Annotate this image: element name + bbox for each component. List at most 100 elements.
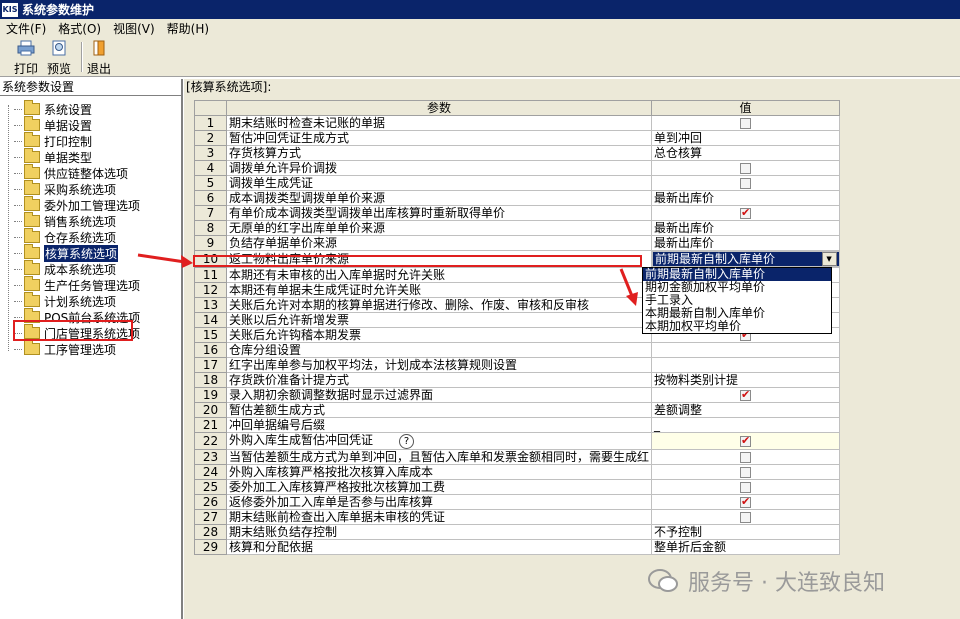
checkbox-checked[interactable] (740, 389, 752, 402)
checkbox[interactable] (740, 466, 752, 478)
checkbox[interactable] (740, 117, 752, 129)
value-cell[interactable]: 最新出库价 (651, 190, 841, 206)
folder-icon (24, 276, 40, 291)
value-cell[interactable]: 最新出库价 (651, 220, 841, 236)
param-cell: 暂估差额生成方式 (225, 402, 653, 418)
table-row[interactable]: 2 暂估冲回凭证生成方式 单到冲回 (194, 130, 841, 146)
param-cell: 本期还有单据未生成凭证时允许关账 (225, 282, 653, 298)
row-number: 6 (194, 190, 227, 206)
tree-item[interactable]: 委外加工管理选项 (14, 196, 140, 213)
value-cell[interactable] (651, 115, 841, 131)
param-cell: 外购入库生成暂估冲回凭证? (225, 432, 653, 450)
toolbar-separator (81, 42, 83, 72)
tree-item[interactable]: 生产任务管理选项 (14, 276, 140, 293)
table-row[interactable]: 3 存货核算方式 总仓核算 (194, 145, 841, 161)
dropdown-arrow-icon[interactable]: ▼ (821, 252, 837, 266)
param-cell: 当暂估差额生成方式为单到冲回，且暂估入库单和发票金额相同时，需要生成红 (225, 449, 653, 465)
checkbox[interactable] (740, 451, 752, 463)
value-cell[interactable] (651, 479, 841, 495)
tree-item[interactable]: 计划系统选项 (14, 292, 116, 309)
checkbox[interactable] (740, 481, 752, 493)
value-source-dropdown[interactable]: 前期最新自制入库单价 期初金额加权平均单价 手工录入 本期最新自制入库单价 本期… (642, 267, 832, 334)
tree-item-selected[interactable]: 核算系统选项 (14, 244, 119, 262)
exit-button[interactable]: 退出 (87, 40, 111, 77)
param-label: 调拨单生成凭证 (229, 176, 314, 190)
table-row[interactable]: 25 委外加工入库核算严格按批次核算加工费 (194, 479, 841, 495)
tree-item[interactable]: 仓存系统选项 (14, 228, 116, 245)
table-row[interactable]: 16 仓库分组设置 (194, 342, 841, 358)
value-cell[interactable]: 最新出库价 (651, 235, 841, 251)
value-cell[interactable] (651, 449, 841, 465)
table-row[interactable]: 27 期末结账前检查出入库单据未审核的凭证 (194, 509, 841, 525)
value-cell[interactable] (651, 342, 841, 358)
table-row[interactable]: 20 暂估差额生成方式 差额调整 (194, 402, 841, 418)
print-button[interactable]: 打印 (14, 40, 38, 77)
table-row[interactable]: 8 无原单的红字出库单单价来源 最新出库价 (194, 220, 841, 236)
value-cell[interactable] (651, 464, 841, 480)
value-cell[interactable]: 差额调整 (651, 402, 841, 418)
folder-icon (24, 148, 40, 163)
table-row[interactable]: 5 调拨单生成凭证 (194, 175, 841, 191)
table-row[interactable]: 9 负结存单据单价来源 最新出库价 (194, 235, 841, 251)
checkbox-checked[interactable] (740, 496, 752, 509)
tree-item[interactable]: 成本系统选项 (14, 260, 116, 277)
tree-item[interactable]: 打印控制 (14, 132, 92, 149)
menu-file[interactable]: 文件(F) (0, 20, 52, 37)
table-row[interactable]: 21 冲回单据编号后缀 _ (194, 417, 841, 433)
value-cell[interactable] (651, 432, 841, 450)
table-row[interactable]: 23 当暂估差额生成方式为单到冲回，且暂估入库单和发票金额相同时，需要生成红 (194, 449, 841, 465)
value-cell[interactable] (651, 494, 841, 510)
param-cell: 调拨单允许异价调拨 (225, 160, 653, 176)
help-icon[interactable]: ? (399, 434, 415, 449)
row-number: 13 (194, 297, 227, 313)
param-label: 成本调拨类型调拨单单价来源 (229, 191, 386, 205)
checkbox[interactable] (740, 511, 752, 523)
table-row[interactable]: 18 存货跌价准备计提方式 按物料类别计提 (194, 372, 841, 388)
tree-item[interactable]: 销售系统选项 (14, 212, 116, 229)
table-row[interactable]: 19 录入期初余额调整数据时显示过滤界面 (194, 387, 841, 403)
value-cell[interactable]: _ (651, 417, 841, 433)
checkbox[interactable] (740, 162, 752, 174)
checkbox-checked[interactable] (740, 207, 752, 220)
dropdown-option[interactable]: 本期加权平均单价 (643, 320, 831, 333)
value-cell[interactable] (651, 175, 841, 191)
table-row[interactable]: 28 期末结账负结存控制 不予控制 (194, 524, 841, 540)
tree-item[interactable]: 单据类型 (14, 148, 92, 165)
menu-format[interactable]: 格式(O) (52, 20, 107, 37)
tree-item[interactable]: 单据设置 (14, 116, 92, 133)
preview-button[interactable]: 预览 (47, 40, 71, 77)
value-cell[interactable] (651, 509, 841, 525)
value-cell[interactable] (651, 160, 841, 176)
checkbox-checked[interactable] (740, 434, 752, 448)
table-row[interactable]: 17 红字出库单参与加权平均法，计划成本法核算规则设置 (194, 357, 841, 373)
value-select[interactable]: 前期最新自制入库单价 ▼ (652, 251, 840, 267)
table-row[interactable]: 22 外购入库生成暂估冲回凭证? (194, 432, 841, 450)
value-cell[interactable] (651, 387, 841, 403)
value-cell[interactable]: 按物料类别计提 (651, 372, 841, 388)
menu-help[interactable]: 帮助(H) (161, 20, 215, 37)
value-cell[interactable] (651, 357, 841, 373)
menu-view[interactable]: 视图(V) (107, 20, 161, 37)
table-row[interactable]: 1 期末结账时检查未记账的单据 (194, 115, 841, 131)
value-cell[interactable] (651, 205, 841, 221)
table-row[interactable]: 7 有单价成本调拨类型调拨单出库核算时重新取得单价 (194, 205, 841, 221)
value-cell[interactable]: 单到冲回 (651, 130, 841, 146)
value-cell[interactable]: 整单折后金额 (651, 539, 841, 555)
param-cell: 有单价成本调拨类型调拨单出库核算时重新取得单价 (225, 205, 653, 221)
table-row[interactable]: 24 外购入库核算严格按批次核算入库成本 (194, 464, 841, 480)
tree-item[interactable]: 系统设置 (14, 100, 92, 117)
window-title: 系统参数维护 (22, 3, 95, 17)
tree-item[interactable]: 供应链整体选项 (14, 164, 128, 181)
tree-item[interactable]: 工序管理选项 (14, 340, 116, 357)
value-cell[interactable]: 总仓核算 (651, 145, 841, 161)
table-row[interactable]: 26 返修委外加工入库单是否参与出库核算 (194, 494, 841, 510)
value-cell[interactable]: 不予控制 (651, 524, 841, 540)
row-number: 22 (194, 432, 227, 450)
param-cell: 仓库分组设置 (225, 342, 653, 358)
title-bar: KIS 系统参数维护 (0, 0, 960, 19)
table-row[interactable]: 6 成本调拨类型调拨单单价来源 最新出库价 (194, 190, 841, 206)
table-row[interactable]: 4 调拨单允许异价调拨 (194, 160, 841, 176)
table-row[interactable]: 29 核算和分配依据 整单折后金额 (194, 539, 841, 555)
tree-item[interactable]: 采购系统选项 (14, 180, 116, 197)
checkbox[interactable] (740, 177, 752, 189)
